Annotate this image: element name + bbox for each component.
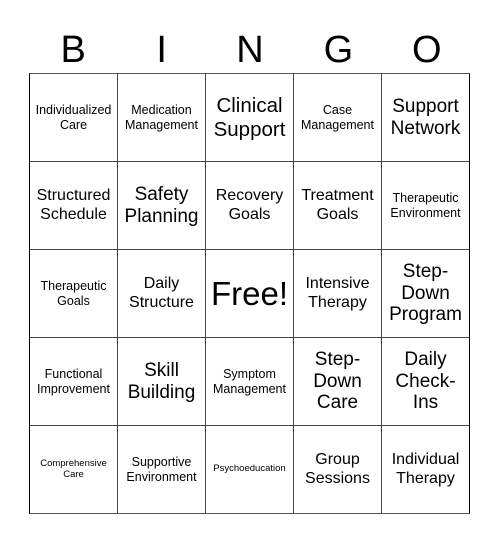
bingo-cell-label: Symptom Management — [213, 367, 286, 396]
bingo-cell[interactable]: Group Sessions — [294, 426, 382, 514]
header-letter-i: I — [156, 29, 167, 71]
bingo-cell[interactable]: Structured Schedule — [30, 162, 118, 250]
bingo-cell-label: Daily Check-Ins — [395, 348, 456, 414]
bingo-cell[interactable]: Daily Check-Ins — [382, 338, 470, 426]
bingo-cell[interactable]: Therapeutic Goals — [30, 250, 118, 338]
bingo-cell[interactable]: Comprehensive Care — [30, 426, 118, 514]
bingo-cell-label: Case Management — [301, 103, 374, 132]
bingo-cell[interactable]: Safety Planning — [118, 162, 206, 250]
bingo-cell[interactable]: Step-Down Care — [294, 338, 382, 426]
bingo-cell[interactable]: Psychoeducation — [206, 426, 294, 514]
bingo-cell-label: Structured Schedule — [36, 187, 111, 223]
bingo-cell-label: Daily Structure — [129, 275, 194, 311]
bingo-cell[interactable]: Individualized Care — [30, 74, 118, 162]
bingo-cell-label: Therapeutic Goals — [40, 279, 107, 308]
bingo-cell[interactable]: Skill Building — [118, 338, 206, 426]
bingo-card-grid: Individualized Care Medication Management… — [29, 73, 470, 514]
bingo-cell-label: Medication Management — [125, 103, 198, 132]
header-letter-o: O — [412, 29, 442, 71]
bingo-cell[interactable]: Step-Down Program — [382, 250, 470, 338]
bingo-cell[interactable]: Treatment Goals — [294, 162, 382, 250]
bingo-cell[interactable]: Support Network — [382, 74, 470, 162]
header-letter-g: G — [323, 29, 354, 71]
bingo-cell-label: Individualized Care — [35, 103, 112, 132]
bingo-cell-label: Support Network — [390, 95, 461, 139]
bingo-cell[interactable]: Supportive Environment — [118, 426, 206, 514]
bingo-cell[interactable]: Medication Management — [118, 74, 206, 162]
bingo-cell-label: Treatment Goals — [301, 187, 374, 223]
bingo-cell[interactable]: Therapeutic Environment — [382, 162, 470, 250]
bingo-cell[interactable]: Individual Therapy — [382, 426, 470, 514]
bingo-cell-label: Individual Therapy — [391, 451, 460, 487]
bingo-cell-label: Comprehensive Care — [40, 457, 107, 480]
bingo-cell[interactable]: Symptom Management — [206, 338, 294, 426]
free-space-cell[interactable]: Free! — [206, 250, 294, 338]
bingo-cell-label: Intensive Therapy — [305, 275, 370, 311]
bingo-header: B I N G O — [29, 28, 471, 72]
bingo-cell-label: Clinical Support — [213, 93, 286, 141]
bingo-cell[interactable]: Daily Structure — [118, 250, 206, 338]
header-letter-n: N — [236, 29, 264, 71]
bingo-cell-label: Functional Improvement — [37, 367, 110, 396]
bingo-cell-label: Recovery Goals — [215, 187, 284, 223]
bingo-cell-label: Therapeutic Environment — [390, 191, 461, 220]
bingo-cell-label: Step-Down Care — [313, 348, 362, 414]
header-letter-b: B — [60, 29, 86, 71]
bingo-cell-label: Skill Building — [127, 359, 196, 403]
bingo-cell-label: Group Sessions — [305, 451, 370, 487]
bingo-cell-label: Safety Planning — [124, 183, 199, 227]
bingo-cell-label: Psychoeducation — [213, 463, 286, 475]
bingo-cell[interactable]: Case Management — [294, 74, 382, 162]
bingo-cell[interactable]: Recovery Goals — [206, 162, 294, 250]
bingo-cell-label: Step-Down Program — [389, 260, 462, 326]
bingo-cell-label: Supportive Environment — [126, 455, 197, 484]
bingo-cell[interactable]: Functional Improvement — [30, 338, 118, 426]
bingo-cell-label: Free! — [210, 274, 289, 312]
bingo-cell[interactable]: Clinical Support — [206, 74, 294, 162]
bingo-cell[interactable]: Intensive Therapy — [294, 250, 382, 338]
